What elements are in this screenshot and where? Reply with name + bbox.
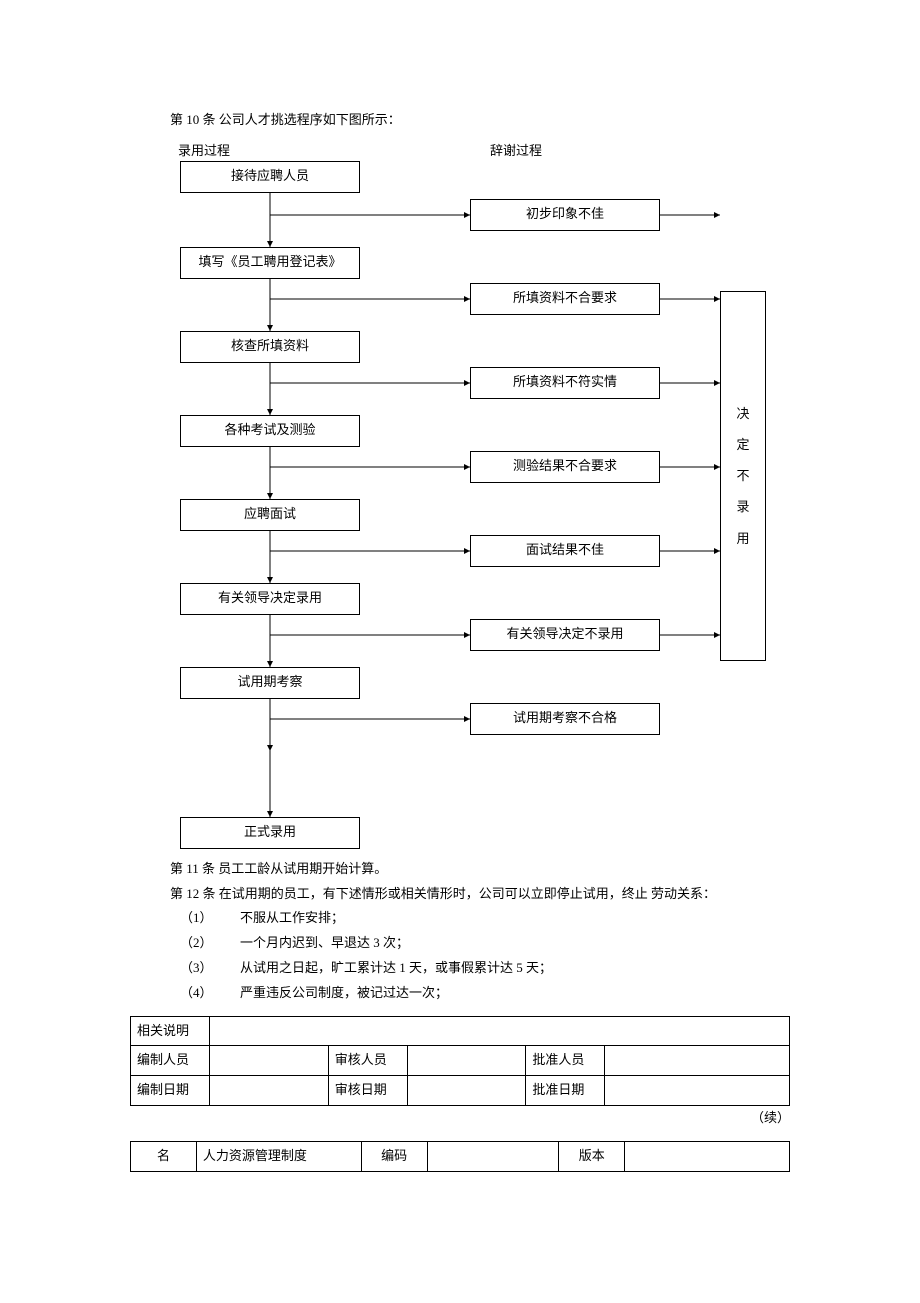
list-num-4: （4） (180, 983, 240, 1004)
flowchart: 录用过程 辞谢过程 (130, 141, 790, 841)
flow-box-reception: 接待应聘人员 (180, 161, 360, 193)
flow-box-trial-period: 试用期考察 (180, 667, 360, 699)
flow-box-test-fail: 测验结果不合要求 (470, 451, 660, 483)
t2-c2: 人力资源管理制度 (196, 1141, 361, 1171)
flow-lines (130, 141, 790, 841)
flow-box-trial-fail: 试用期考察不合格 (470, 703, 660, 735)
t2-c5: 版本 (559, 1141, 625, 1171)
flow-box-decide-not-hire: 决 定 不 录 用 (720, 291, 766, 661)
list-item-3: （3） 从试用之日起，旷工累计达 1 天，或事假累计达 5 天； (180, 958, 800, 979)
t1-r1c1: 相关说明 (131, 1016, 210, 1046)
flow-box-bad-impression: 初步印象不佳 (470, 199, 660, 231)
flow-box-data-not-meet: 所填资料不合要求 (470, 283, 660, 315)
list-item-1: （1） 不服从工作安排； (180, 908, 800, 929)
info-table-2: 名 人力资源管理制度 编码 版本 (130, 1141, 790, 1172)
t1-r3c2 (210, 1076, 329, 1106)
t1-r2c4 (407, 1046, 526, 1076)
list-txt-4: 严重违反公司制度，被记过达一次； (240, 983, 448, 1004)
t1-r3c5: 批准日期 (526, 1076, 605, 1106)
article-11: 第 11 条 员工工龄从试用期开始计算。 (170, 859, 800, 880)
list-num-3: （3） (180, 958, 240, 979)
flow-box-hire: 正式录用 (180, 817, 360, 849)
t1-r2c1: 编制人员 (131, 1046, 210, 1076)
list-item-4: （4） 严重违反公司制度，被记过达一次； (180, 983, 800, 1004)
flow-box-interview: 应聘面试 (180, 499, 360, 531)
article-10: 第 10 条 公司人才挑选程序如下图所示： (170, 110, 800, 131)
list-txt-1: 不服从工作安排； (240, 908, 344, 929)
t2-c3: 编码 (361, 1141, 427, 1171)
flow-big-text: 决 定 不 录 用 (736, 398, 749, 554)
flow-box-fill-form: 填写《员工聘用登记表》 (180, 247, 360, 279)
t1-r3c6 (605, 1076, 790, 1106)
t1-r2c5: 批准人员 (526, 1046, 605, 1076)
t1-r2c2 (210, 1046, 329, 1076)
t1-r2c6 (605, 1046, 790, 1076)
t1-r3c3: 审核日期 (328, 1076, 407, 1106)
list-txt-2: 一个月内迟到、早退达 3 次； (240, 933, 409, 954)
list-item-2: （2） 一个月内迟到、早退达 3 次； (180, 933, 800, 954)
flow-box-leader-decision: 有关领导决定录用 (180, 583, 360, 615)
t1-r1c2 (210, 1016, 790, 1046)
flow-box-data-not-true: 所填资料不符实情 (470, 367, 660, 399)
t2-c4 (427, 1141, 559, 1171)
t1-r3c4 (407, 1076, 526, 1106)
flow-box-leader-reject: 有关领导决定不录用 (470, 619, 660, 651)
list-num-2: （2） (180, 933, 240, 954)
article-12: 第 12 条 在试用期的员工，有下述情形或相关情形时，公司可以立即停止试用，终止… (170, 884, 800, 905)
list-txt-3: 从试用之日起，旷工累计达 1 天，或事假累计达 5 天； (240, 958, 552, 979)
info-table-1: 相关说明 编制人员 审核人员 批准人员 编制日期 审核日期 批准日期 (130, 1016, 790, 1106)
continue-label: （续） (130, 1108, 790, 1129)
flow-box-interview-fail: 面试结果不佳 (470, 535, 660, 567)
t1-r3c1: 编制日期 (131, 1076, 210, 1106)
list-num-1: （1） (180, 908, 240, 929)
flow-box-tests: 各种考试及测验 (180, 415, 360, 447)
t1-r2c3: 审核人员 (328, 1046, 407, 1076)
t2-c1: 名 (131, 1141, 197, 1171)
t2-c6 (625, 1141, 790, 1171)
flow-box-check-data: 核查所填资料 (180, 331, 360, 363)
